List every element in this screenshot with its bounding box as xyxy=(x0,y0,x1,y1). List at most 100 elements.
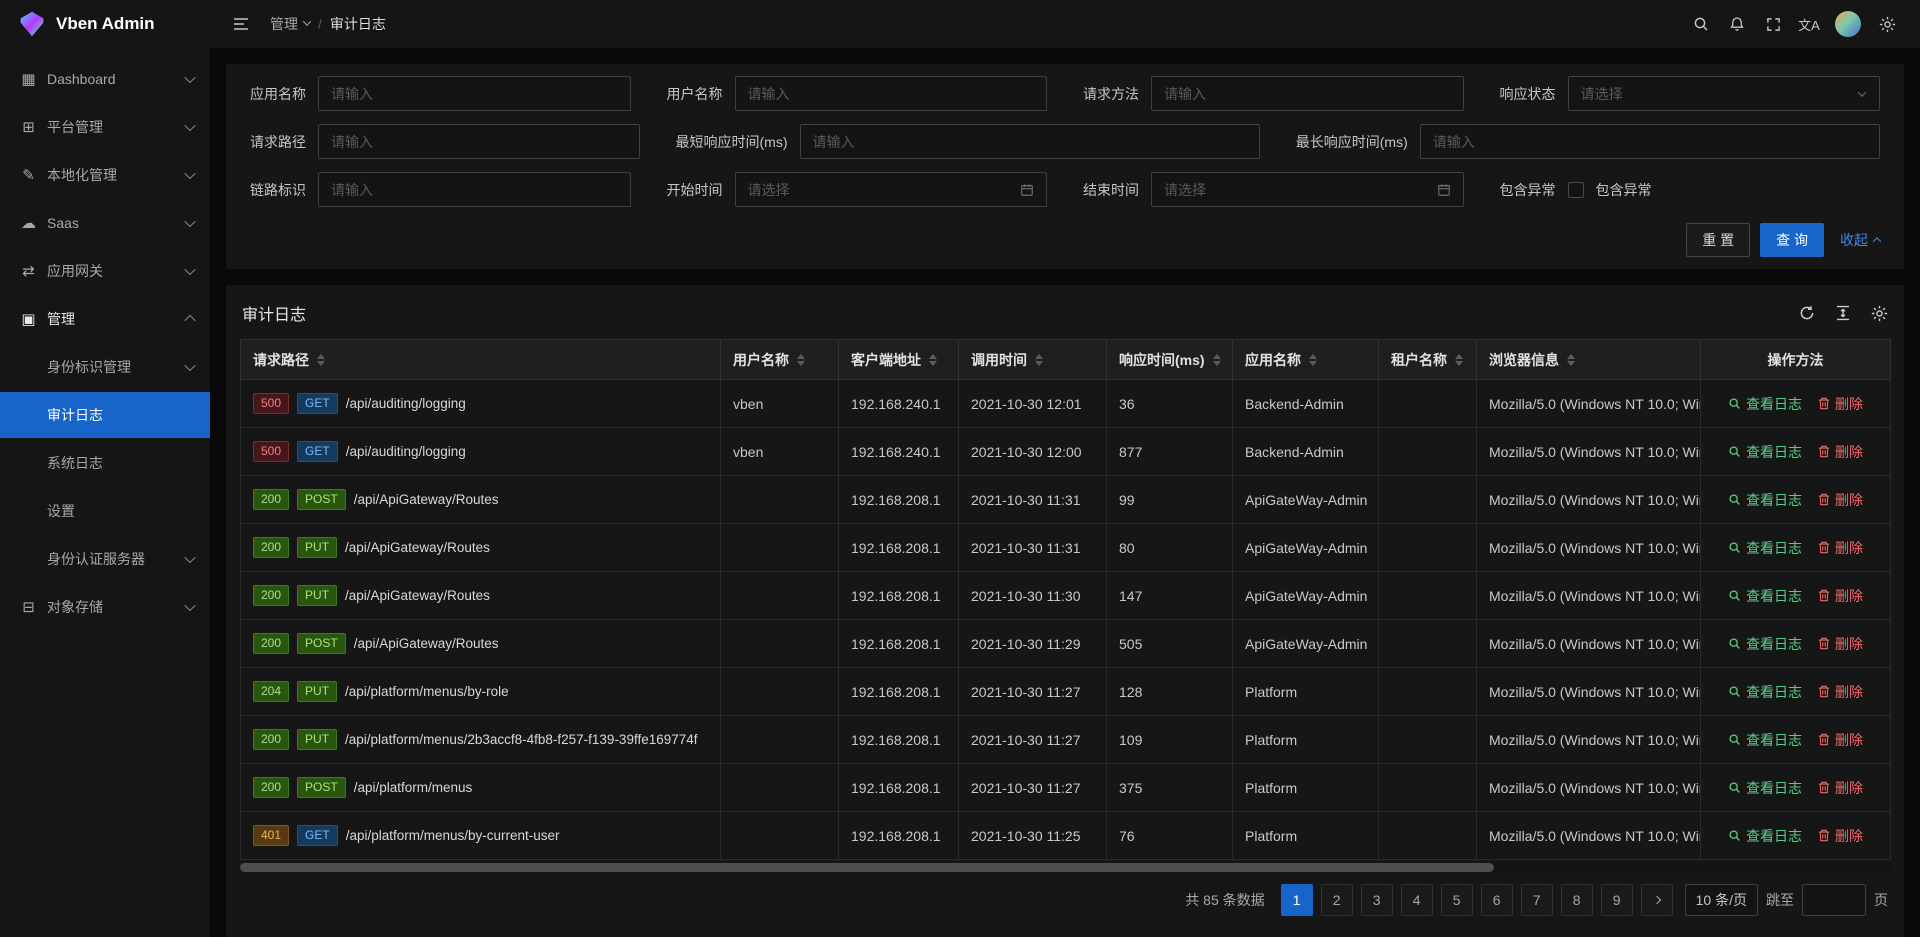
settings-icon[interactable] xyxy=(1871,305,1888,322)
view-log-button[interactable]: 查看日志 xyxy=(1728,682,1802,702)
breadcrumb-root[interactable]: 管理 xyxy=(270,14,310,34)
delete-button[interactable]: 删除 xyxy=(1818,490,1863,510)
translate-icon[interactable]: 文A xyxy=(1794,9,1824,39)
jump-page-input[interactable] xyxy=(1802,884,1866,916)
status-select[interactable]: 请选择 xyxy=(1568,76,1881,111)
text-input[interactable]: 请输入 xyxy=(735,76,1048,111)
sidebar-subitem[interactable]: 系统日志 xyxy=(0,440,210,486)
text-input[interactable]: 请输入 xyxy=(318,124,640,159)
sorter-icon[interactable] xyxy=(1567,354,1575,366)
page-button[interactable]: 7 xyxy=(1521,884,1553,916)
http-method-badge: POST xyxy=(297,777,346,798)
column-header[interactable]: 请求路径 xyxy=(241,340,721,380)
page-button[interactable]: 4 xyxy=(1401,884,1433,916)
delete-button[interactable]: 删除 xyxy=(1818,682,1863,702)
view-log-button[interactable]: 查看日志 xyxy=(1728,826,1802,846)
view-log-button[interactable]: 查看日志 xyxy=(1728,394,1802,414)
sorter-icon[interactable] xyxy=(929,354,937,366)
page-size-select[interactable]: 10 条/页 xyxy=(1685,884,1758,916)
fullscreen-icon[interactable] xyxy=(1758,9,1788,39)
include-exception-checkbox[interactable] xyxy=(1568,182,1584,198)
sidebar-item[interactable]: ▣管理 xyxy=(0,296,210,342)
column-height-icon[interactable] xyxy=(1835,305,1851,321)
refresh-icon[interactable] xyxy=(1799,305,1815,321)
delete-button[interactable]: 删除 xyxy=(1818,586,1863,606)
delete-button[interactable]: 删除 xyxy=(1818,730,1863,750)
delete-button[interactable]: 删除 xyxy=(1818,778,1863,798)
view-log-label: 查看日志 xyxy=(1746,730,1802,750)
sidebar-item[interactable]: ⇄应用网关 xyxy=(0,248,210,294)
sidebar-item[interactable]: ▦Dashboard xyxy=(0,56,210,102)
delete-button[interactable]: 删除 xyxy=(1818,826,1863,846)
view-log-button[interactable]: 查看日志 xyxy=(1728,634,1802,654)
app-title: Vben Admin xyxy=(56,14,155,34)
sidebar-item[interactable]: ✎本地化管理 xyxy=(0,152,210,198)
page-button[interactable]: 8 xyxy=(1561,884,1593,916)
sorter-icon[interactable] xyxy=(317,354,325,366)
page-button[interactable]: 2 xyxy=(1321,884,1353,916)
sidebar-item[interactable]: ⊞平台管理 xyxy=(0,104,210,150)
view-log-button[interactable]: 查看日志 xyxy=(1728,778,1802,798)
page-button[interactable]: 9 xyxy=(1601,884,1633,916)
sorter-icon[interactable] xyxy=(1309,354,1317,366)
user-name-cell: vben xyxy=(721,380,839,428)
avatar[interactable] xyxy=(1835,11,1861,37)
column-header[interactable]: 响应时间(ms) xyxy=(1107,340,1233,380)
settings-icon[interactable] xyxy=(1872,9,1902,39)
date-picker[interactable]: 请选择 xyxy=(735,172,1048,207)
view-log-button[interactable]: 查看日志 xyxy=(1728,490,1802,510)
content: 应用名称请输入用户名称请输入请求方法请输入响应状态请选择请求路径请输入最短响应时… xyxy=(210,48,1920,937)
view-log-button[interactable]: 查看日志 xyxy=(1728,730,1802,750)
view-log-button[interactable]: 查看日志 xyxy=(1728,442,1802,462)
gateway-icon: ⇄ xyxy=(20,262,37,280)
sorter-icon[interactable] xyxy=(1455,354,1463,366)
next-page-button[interactable] xyxy=(1641,884,1673,916)
view-log-button[interactable]: 查看日志 xyxy=(1728,586,1802,606)
text-input[interactable]: 请输入 xyxy=(1420,124,1880,159)
table-toolbar xyxy=(1799,305,1888,322)
view-log-button[interactable]: 查看日志 xyxy=(1728,538,1802,558)
page-button[interactable]: 5 xyxy=(1441,884,1473,916)
sorter-icon[interactable] xyxy=(1035,354,1043,366)
request-path-cell: 500GET/api/auditing/logging xyxy=(241,428,721,476)
collapse-link[interactable]: 收起 xyxy=(1840,230,1880,250)
sidebar-subitem[interactable]: 身份标识管理 xyxy=(0,344,210,390)
page-button[interactable]: 6 xyxy=(1481,884,1513,916)
sidebar-toggle-button[interactable] xyxy=(226,9,256,39)
text-input[interactable]: 请输入 xyxy=(318,172,631,207)
page-button[interactable]: 3 xyxy=(1361,884,1393,916)
query-button[interactable]: 查 询 xyxy=(1760,223,1824,257)
horizontal-scrollbar[interactable] xyxy=(240,863,1890,872)
sidebar-item[interactable]: ⊟对象存储 xyxy=(0,584,210,630)
search-icon[interactable] xyxy=(1686,9,1716,39)
sidebar-subitem[interactable]: 身份认证服务器 xyxy=(0,536,210,582)
sorter-icon[interactable] xyxy=(797,354,805,366)
date-picker[interactable]: 请选择 xyxy=(1151,172,1464,207)
delete-button[interactable]: 删除 xyxy=(1818,394,1863,414)
column-header[interactable]: 调用时间 xyxy=(959,340,1107,380)
delete-button[interactable]: 删除 xyxy=(1818,442,1863,462)
sorter-icon[interactable] xyxy=(1213,354,1221,366)
reset-button[interactable]: 重 置 xyxy=(1686,223,1750,257)
column-header[interactable]: 客户端地址 xyxy=(839,340,959,380)
scrollbar-thumb[interactable] xyxy=(240,863,1494,872)
response-time-cell: 80 xyxy=(1107,524,1233,572)
column-header[interactable]: 用户名称 xyxy=(721,340,839,380)
bell-icon[interactable] xyxy=(1722,9,1752,39)
column-header[interactable]: 浏览器信息 xyxy=(1477,340,1701,380)
column-header-content: 应用名称 xyxy=(1245,350,1317,370)
request-path-cell: 200PUT/api/platform/menus/2b3accf8-4fb8-… xyxy=(241,716,721,764)
status-code-badge: 200 xyxy=(253,633,289,654)
delete-button[interactable]: 删除 xyxy=(1818,538,1863,558)
column-header[interactable]: 应用名称 xyxy=(1233,340,1379,380)
sidebar-subitem[interactable]: 设置 xyxy=(0,488,210,534)
text-input[interactable]: 请输入 xyxy=(318,76,631,111)
text-input[interactable]: 请输入 xyxy=(1151,76,1464,111)
logo[interactable]: Vben Admin xyxy=(0,0,210,48)
page-button[interactable]: 1 xyxy=(1281,884,1313,916)
column-header[interactable]: 租户名称 xyxy=(1379,340,1477,380)
delete-button[interactable]: 删除 xyxy=(1818,634,1863,654)
text-input[interactable]: 请输入 xyxy=(800,124,1260,159)
sidebar-item[interactable]: ☁Saas xyxy=(0,200,210,246)
sidebar-subitem[interactable]: 审计日志 xyxy=(0,392,210,438)
